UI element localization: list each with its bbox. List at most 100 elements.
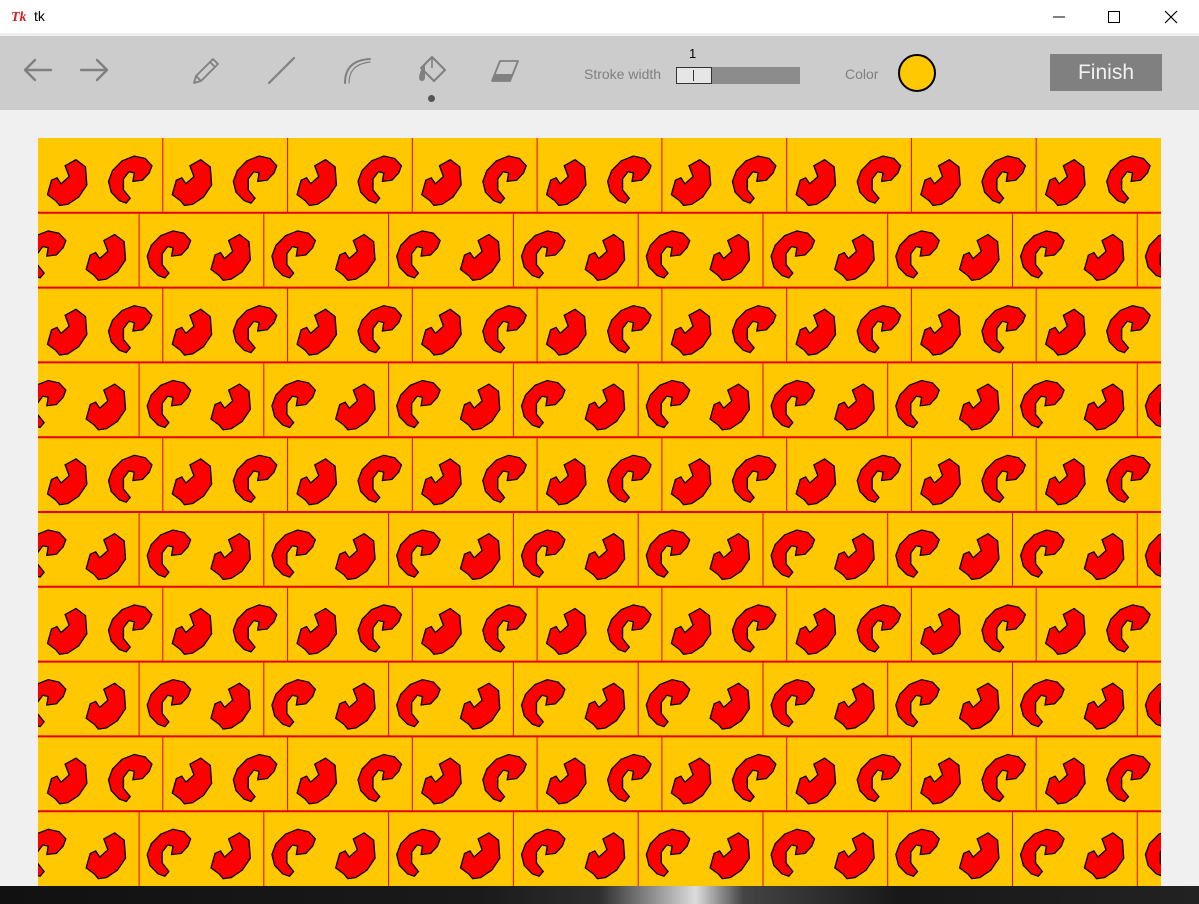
maximize-button[interactable] (1091, 0, 1137, 33)
background-desktop-strip (0, 886, 1199, 904)
arrow-tile (545, 158, 587, 207)
curve-tool[interactable] (339, 52, 375, 88)
arrow-tile (271, 230, 317, 279)
arrow-tile (670, 757, 712, 805)
minimize-button[interactable] (1036, 0, 1082, 33)
arrow-tile (834, 832, 875, 880)
line-tool[interactable] (263, 52, 299, 88)
arrow-tile (1019, 230, 1065, 279)
fill-tool[interactable] (414, 52, 450, 88)
arrow-tile (271, 379, 317, 429)
arrow-tile (1045, 757, 1086, 805)
arrow-tile (795, 458, 837, 506)
arrow-tile (834, 233, 875, 281)
arrow-tile (834, 532, 875, 581)
arrow-tile (38, 678, 67, 728)
finish-button[interactable]: Finish (1050, 54, 1162, 91)
arrow-tile (895, 230, 940, 279)
color-label: Color (845, 66, 879, 82)
arrow-tile (1045, 308, 1086, 356)
arrow-tile (981, 753, 1027, 803)
arrow-tile (670, 607, 712, 655)
arrow-tile (645, 529, 691, 578)
arrow-tile (670, 158, 712, 207)
arrow-tile (731, 604, 777, 653)
pencil-icon (193, 58, 219, 84)
pencil-tool[interactable] (187, 52, 223, 88)
arrow-tile (232, 155, 278, 204)
arrow-tile (1144, 529, 1161, 578)
arrow-tile (271, 529, 317, 578)
curve-icon (344, 58, 371, 84)
arrow-tile (895, 529, 940, 578)
arrow-tile (459, 832, 501, 880)
arrow-tile (296, 308, 338, 356)
arrow-tile (895, 678, 940, 728)
color-swatch[interactable] (898, 54, 936, 92)
arrow-tile (856, 155, 902, 204)
arrow-tile (296, 607, 338, 655)
arrow-tile (107, 304, 153, 354)
arrow-tile (1083, 832, 1125, 880)
arrow-tile (958, 682, 1000, 730)
arrow-tile (1106, 753, 1151, 803)
arrow-tile (482, 454, 527, 503)
arrow-tile (770, 230, 816, 279)
arrow-tile (645, 230, 691, 279)
arrow-tile (731, 155, 777, 204)
arrow-tile (1045, 607, 1086, 655)
arrow-tile (146, 828, 192, 877)
arrow-tile (795, 158, 837, 207)
arrow-tile (709, 383, 751, 431)
arrow-tile (171, 158, 213, 207)
arrow-tile (357, 604, 403, 653)
arrow-tile (85, 532, 127, 581)
arrow-tile (232, 753, 278, 803)
arrow-tile (958, 532, 1000, 581)
arrow-tile (895, 379, 940, 429)
arrow-tile (146, 678, 192, 728)
toolbar: Stroke width 1 Color Finish (0, 36, 1199, 110)
arrow-tile (709, 233, 751, 281)
arrow-tile (584, 383, 626, 431)
arrow-tile (770, 529, 816, 578)
arrow-tile (1106, 604, 1151, 653)
arrow-tile (396, 828, 441, 877)
arrow-tile (958, 233, 1000, 281)
arrow-tile (46, 757, 88, 805)
arrow-tile (146, 529, 192, 578)
arrow-tile (709, 532, 751, 581)
arrow-tile (1019, 379, 1065, 429)
arrow-tile (520, 230, 566, 279)
arrow-tile (545, 458, 587, 506)
redo-button[interactable] (76, 52, 112, 88)
arrow-tile (1106, 155, 1151, 204)
close-icon (1164, 10, 1178, 23)
close-button[interactable] (1148, 0, 1194, 33)
arrow-tile (296, 458, 338, 506)
arrow-tile (107, 155, 153, 204)
arrow-tile (1019, 529, 1065, 578)
arrow-tile (171, 757, 213, 805)
stroke-width-slider-thumb[interactable] (676, 67, 712, 84)
arrow-tile (232, 604, 278, 653)
arrow-tile (709, 682, 751, 730)
arrow-tile (482, 604, 527, 653)
arrow-tile (645, 379, 691, 429)
arrow-tile (770, 379, 816, 429)
arrow-tile (1083, 532, 1125, 581)
arrow-tile (731, 454, 777, 503)
undo-button[interactable] (20, 52, 56, 88)
eraser-tool[interactable] (487, 52, 523, 88)
arrow-tile (584, 532, 626, 581)
arrow-tile (38, 379, 67, 429)
arrow-tile (920, 458, 961, 506)
arrow-tile (795, 607, 837, 655)
arrow-tile (1144, 678, 1161, 728)
arrow-tile (335, 832, 376, 880)
drawing-canvas[interactable] (38, 138, 1161, 886)
arrow-right-icon (79, 58, 109, 82)
arrow-tile (421, 308, 462, 356)
arrow-tile (584, 832, 626, 880)
arrow-tile (856, 304, 902, 354)
